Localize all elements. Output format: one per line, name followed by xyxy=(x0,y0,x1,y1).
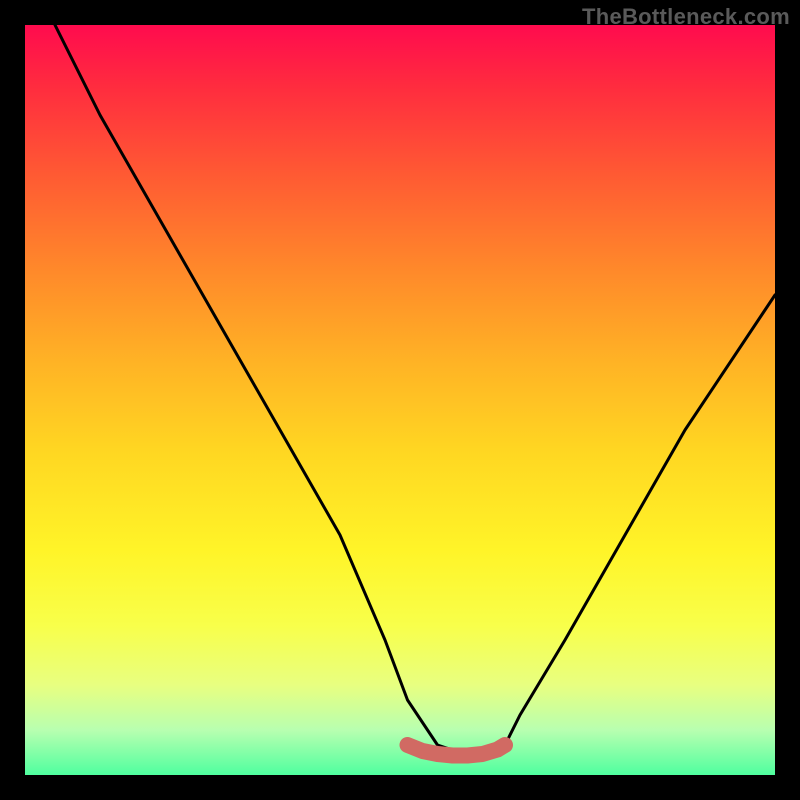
chart-area xyxy=(25,25,775,775)
optimal-band-line xyxy=(408,745,506,756)
watermark-text: TheBottleneck.com xyxy=(582,4,790,30)
bottleneck-curve-line xyxy=(55,25,775,753)
bottleneck-chart xyxy=(25,25,775,775)
